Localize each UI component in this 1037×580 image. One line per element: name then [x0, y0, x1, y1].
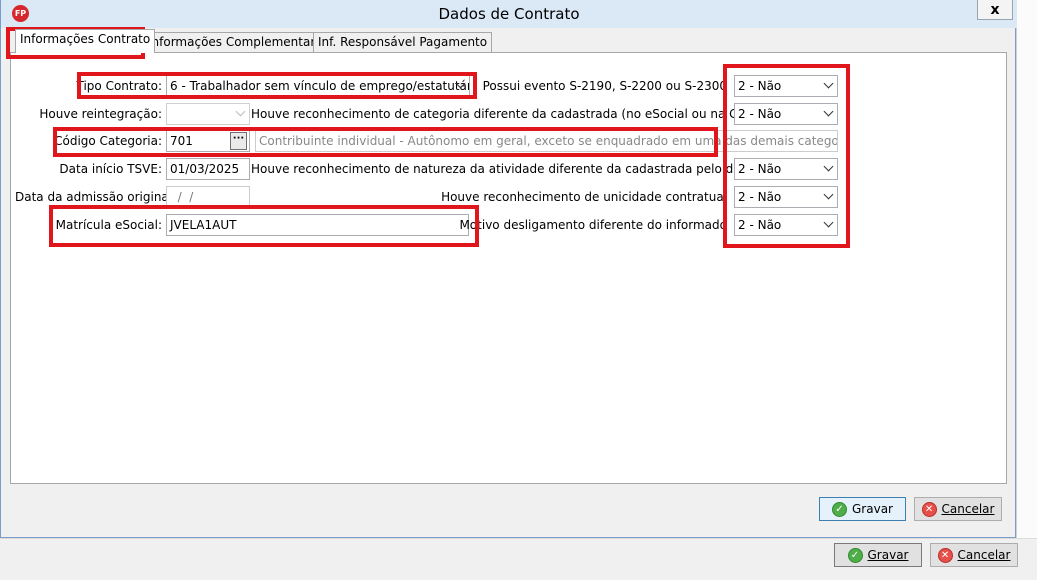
reconhecimento-natureza-label: Houve reconhecimento de natureza da ativ…	[251, 162, 790, 176]
possui-evento-value: 2 - Não	[738, 79, 782, 93]
codigo-categoria-value: 701	[170, 134, 193, 148]
motivo-desligamento-select[interactable]: 2 - Não	[734, 214, 838, 236]
ellipsis-icon[interactable]: ···	[230, 132, 247, 150]
chevron-down-icon	[235, 106, 246, 117]
houve-reintegracao-label: Houve reintegração:	[39, 107, 162, 121]
data-admissao-value: / /	[170, 190, 194, 204]
chevron-down-icon	[823, 78, 834, 89]
data-admissao-label: Data da admissão original:	[15, 190, 177, 204]
inner-cancel-button[interactable]: ✕ Cancelar	[914, 497, 1002, 521]
matricula-value: JVELA1AUT	[170, 218, 237, 232]
window-title: Dados de Contrato	[438, 5, 580, 23]
check-icon: ✓	[847, 547, 863, 563]
tab-informacoes-complementares[interactable]: Informações Complementares	[143, 32, 334, 52]
outer-save-label: Gravar	[867, 548, 909, 562]
data-inicio-input[interactable]: 01/03/2025	[166, 158, 250, 180]
tipo-contrato-label: Tipo Contrato:	[76, 79, 162, 93]
chevron-down-icon	[823, 161, 834, 172]
reconhecimento-unicidade-select[interactable]: 2 - Não	[734, 186, 838, 208]
outer-cancel-label: Cancelar	[957, 548, 1011, 562]
motivo-desligamento-label: Motivo desligamento diferente do informa…	[459, 218, 727, 232]
codigo-categoria-label: Código Categoria:	[54, 134, 162, 148]
parent-window-edge	[1016, 0, 1037, 580]
check-icon: ✓	[832, 501, 847, 517]
reconhecimento-categoria-select[interactable]: 2 - Não	[734, 103, 838, 125]
data-inicio-value: 01/03/2025	[170, 162, 240, 176]
tab-informacoes-contrato[interactable]: Informações Contrato	[15, 29, 156, 53]
data-inicio-label: Data início TSVE:	[59, 162, 162, 176]
possui-evento-select[interactable]: 2 - Não	[734, 75, 838, 97]
reconhecimento-categoria-value: 2 - Não	[738, 107, 782, 121]
motivo-desligamento-value: 2 - Não	[738, 218, 782, 232]
cancel-icon: ✕	[921, 501, 937, 517]
chevron-down-icon	[823, 189, 834, 200]
codigo-categoria-description: Contribuinte individual - Autônomo em ge…	[255, 130, 838, 152]
data-admissao-input[interactable]: / /	[166, 186, 250, 208]
dialog-window: FP Dados de Contrato x Informações Contr…	[0, 0, 1017, 538]
reconhecimento-natureza-select[interactable]: 2 - Não	[734, 158, 838, 180]
codigo-categoria-desc-text: Contribuinte individual - Autônomo em ge…	[259, 134, 837, 148]
close-button[interactable]: x	[977, 0, 1013, 20]
outer-save-button[interactable]: ✓ Gravar	[834, 543, 922, 567]
chevron-down-icon	[823, 217, 834, 228]
chevron-down-icon	[823, 106, 834, 117]
inner-save-label: Gravar	[852, 502, 893, 516]
tab-inf-responsavel-pagamento[interactable]: Inf. Responsável Pagamento	[313, 32, 493, 52]
cancel-icon: ✕	[937, 547, 953, 563]
outer-cancel-button[interactable]: ✕ Cancelar	[930, 543, 1018, 567]
reconhecimento-natureza-value: 2 - Não	[738, 162, 782, 176]
inner-cancel-label: Cancelar	[941, 502, 995, 516]
matricula-label: Matrícula eSocial:	[55, 218, 162, 232]
inner-save-button[interactable]: ✓ Gravar	[819, 497, 906, 521]
reconhecimento-unicidade-value: 2 - Não	[738, 190, 782, 204]
houve-reintegracao-select[interactable]	[166, 103, 250, 125]
possui-evento-label: Possui evento S-2190, S-2200 ou S-2300	[482, 79, 727, 93]
reconhecimento-unicidade-label: Houve reconhecimento de unicidade contra…	[441, 190, 727, 204]
reconhecimento-categoria-label: Houve reconhecimento de categoria difere…	[251, 107, 761, 121]
